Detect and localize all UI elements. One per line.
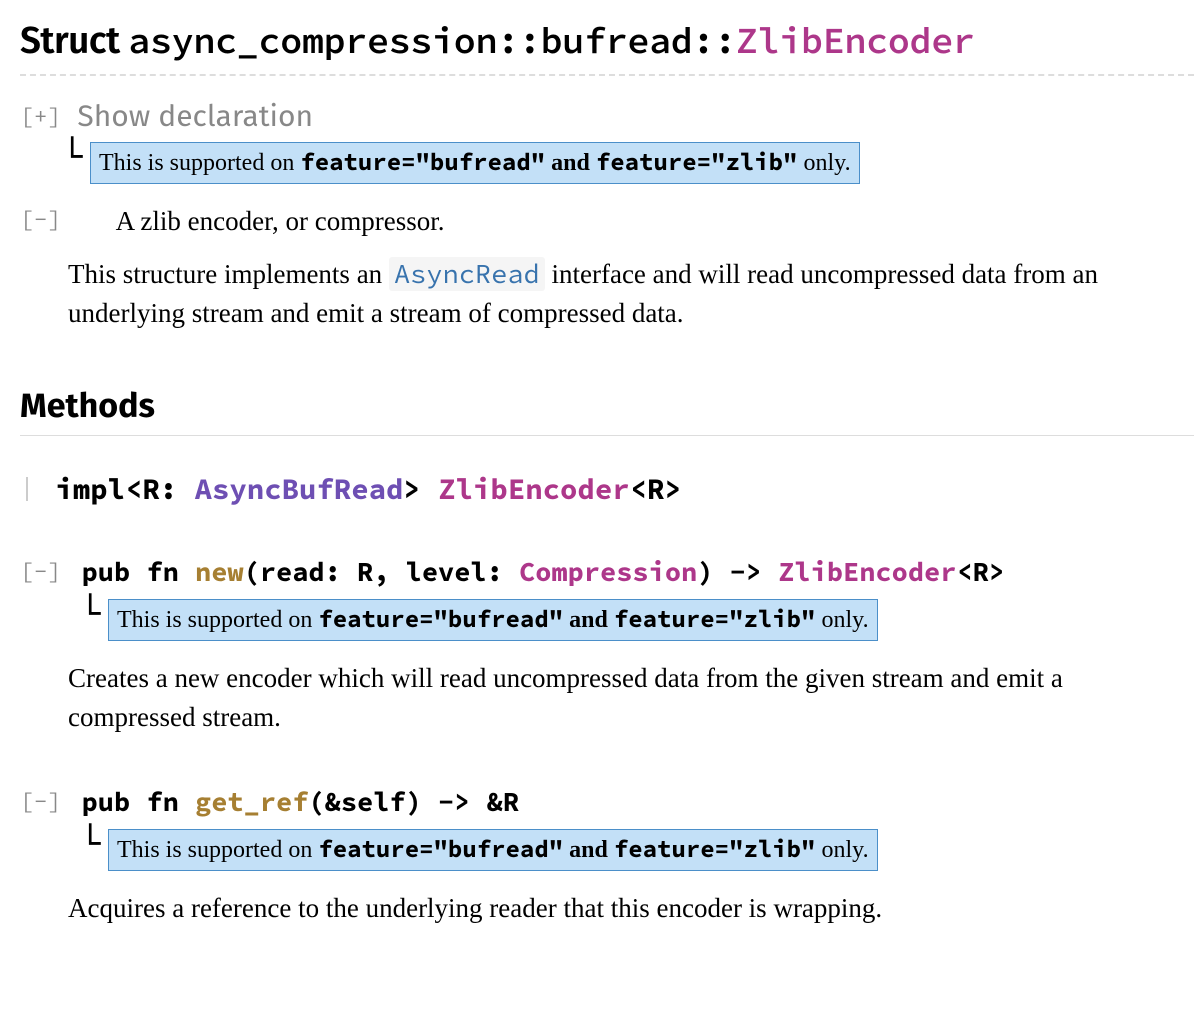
page-title: Struct async_compression::bufread::ZlibE…	[20, 18, 1194, 76]
impl-trait-link[interactable]: AsyncBufRead	[195, 470, 404, 507]
title-type[interactable]: ZlibEncoder	[736, 18, 975, 64]
declaration-toggle[interactable]: [+]	[20, 102, 61, 131]
fn-name-new[interactable]: new	[195, 555, 244, 589]
methods-heading: Methods	[20, 386, 1194, 436]
fn-name-get-ref[interactable]: get_ref	[195, 785, 308, 819]
asyncread-link[interactable]: AsyncRead	[389, 257, 545, 291]
tree-corner-icon: └	[80, 835, 106, 853]
impl-block: impl<R: AsyncBufRead> ZlibEncoder<R>	[26, 470, 1194, 507]
tree-corner-icon: └	[80, 605, 106, 623]
summary-toggle[interactable]: [−]	[20, 205, 61, 234]
method-get-ref: [−] pub fn get_ref(&self) -> &R	[20, 785, 1194, 819]
title-module[interactable]: bufread	[540, 18, 692, 64]
title-crate[interactable]: async_compression	[128, 18, 497, 64]
impl-struct-link[interactable]: ZlibEncoder	[438, 470, 629, 507]
method-get-ref-toggle[interactable]: [−]	[20, 787, 61, 816]
feature-gate: This is supported on feature="bufread" a…	[108, 599, 878, 641]
impl-collapse-icon[interactable]	[26, 477, 28, 501]
method-new-doc: Creates a new encoder which will read un…	[68, 659, 1194, 737]
title-kind: Struct	[20, 18, 120, 63]
tree-corner-icon: └	[62, 148, 88, 166]
compression-link[interactable]: Compression	[519, 555, 697, 589]
declaration-label[interactable]: Show declaration	[77, 98, 313, 134]
method-get-ref-doc: Acquires a reference to the underlying r…	[68, 889, 1194, 928]
method-new-toggle[interactable]: [−]	[20, 557, 61, 586]
summary-first-line: A zlib encoder, or compressor.	[116, 206, 445, 236]
return-type-link[interactable]: ZlibEncoder	[778, 555, 956, 589]
feature-gate: This is supported on feature="bufread" a…	[90, 142, 860, 184]
feature-gate: This is supported on feature="bufread" a…	[108, 829, 878, 871]
method-new: [−] pub fn new(read: R, level: Compressi…	[20, 555, 1194, 589]
summary-paragraph: This structure implements an AsyncRead i…	[68, 255, 1194, 333]
